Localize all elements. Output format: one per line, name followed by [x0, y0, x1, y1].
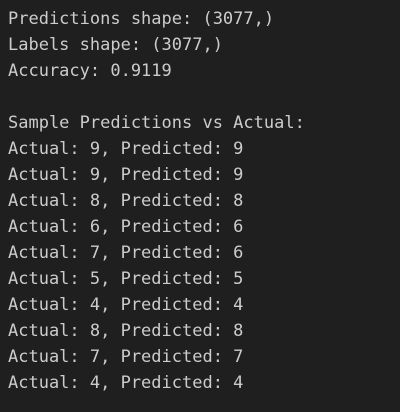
sample-line: Actual: 8, Predicted: 8 — [8, 321, 244, 341]
sample-line: Actual: 4, Predicted: 4 — [8, 295, 244, 315]
accuracy-line: Accuracy: 0.9119 — [8, 61, 172, 81]
sample-line: Actual: 9, Predicted: 9 — [8, 165, 244, 185]
labels-shape-line: Labels shape: (3077,) — [8, 35, 223, 55]
sample-line: Actual: 8, Predicted: 8 — [8, 191, 244, 211]
samples-header: Sample Predictions vs Actual: — [8, 113, 305, 133]
sample-line: Actual: 7, Predicted: 6 — [8, 243, 244, 263]
terminal-output: Predictions shape: (3077,) Labels shape:… — [0, 0, 400, 412]
sample-line: Actual: 6, Predicted: 6 — [8, 217, 244, 237]
sample-line: Actual: 7, Predicted: 7 — [8, 347, 244, 367]
sample-line: Actual: 5, Predicted: 5 — [8, 269, 244, 289]
sample-line: Actual: 4, Predicted: 4 — [8, 373, 244, 393]
sample-line: Actual: 9, Predicted: 9 — [8, 139, 244, 159]
predictions-shape-line: Predictions shape: (3077,) — [8, 9, 275, 29]
